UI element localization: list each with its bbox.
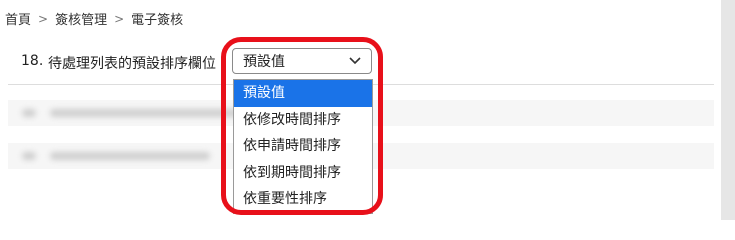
breadcrumb-separator-icon: >: [114, 11, 125, 26]
setting-number: 18.: [21, 53, 44, 69]
breadcrumb-approval-link[interactable]: 簽核管理: [55, 9, 107, 28]
sort-field-select[interactable]: 預設值: [232, 48, 372, 74]
option-sort-by-application-time[interactable]: 依申請時間排序: [234, 133, 372, 160]
select-value: 預設值: [243, 54, 285, 70]
breadcrumb-current: 電子簽核: [131, 13, 184, 28]
chevron-down-icon: [349, 57, 361, 65]
breadcrumb: 首頁 > 簽核管理 > 電子簽核: [5, 9, 184, 29]
option-default[interactable]: 預設值: [234, 80, 372, 107]
option-sort-by-importance[interactable]: 依重要性排序: [234, 186, 372, 213]
scrollbar-track[interactable]: [721, 0, 735, 220]
sort-field-dropdown: 預設值 依修改時間排序 依申請時間排序 依到期時間排序 依重要性排序: [233, 79, 373, 214]
setting-label: 待處理列表的預設排序欄位: [48, 56, 216, 72]
option-sort-by-due-time[interactable]: 依到期時間排序: [234, 160, 372, 187]
breadcrumb-home-link[interactable]: 首頁: [5, 9, 31, 28]
option-sort-by-modified-time[interactable]: 依修改時間排序: [234, 107, 372, 134]
setting-row: 18. 待處理列表的預設排序欄位 預設值: [0, 46, 715, 78]
breadcrumb-separator-icon: >: [38, 11, 49, 26]
